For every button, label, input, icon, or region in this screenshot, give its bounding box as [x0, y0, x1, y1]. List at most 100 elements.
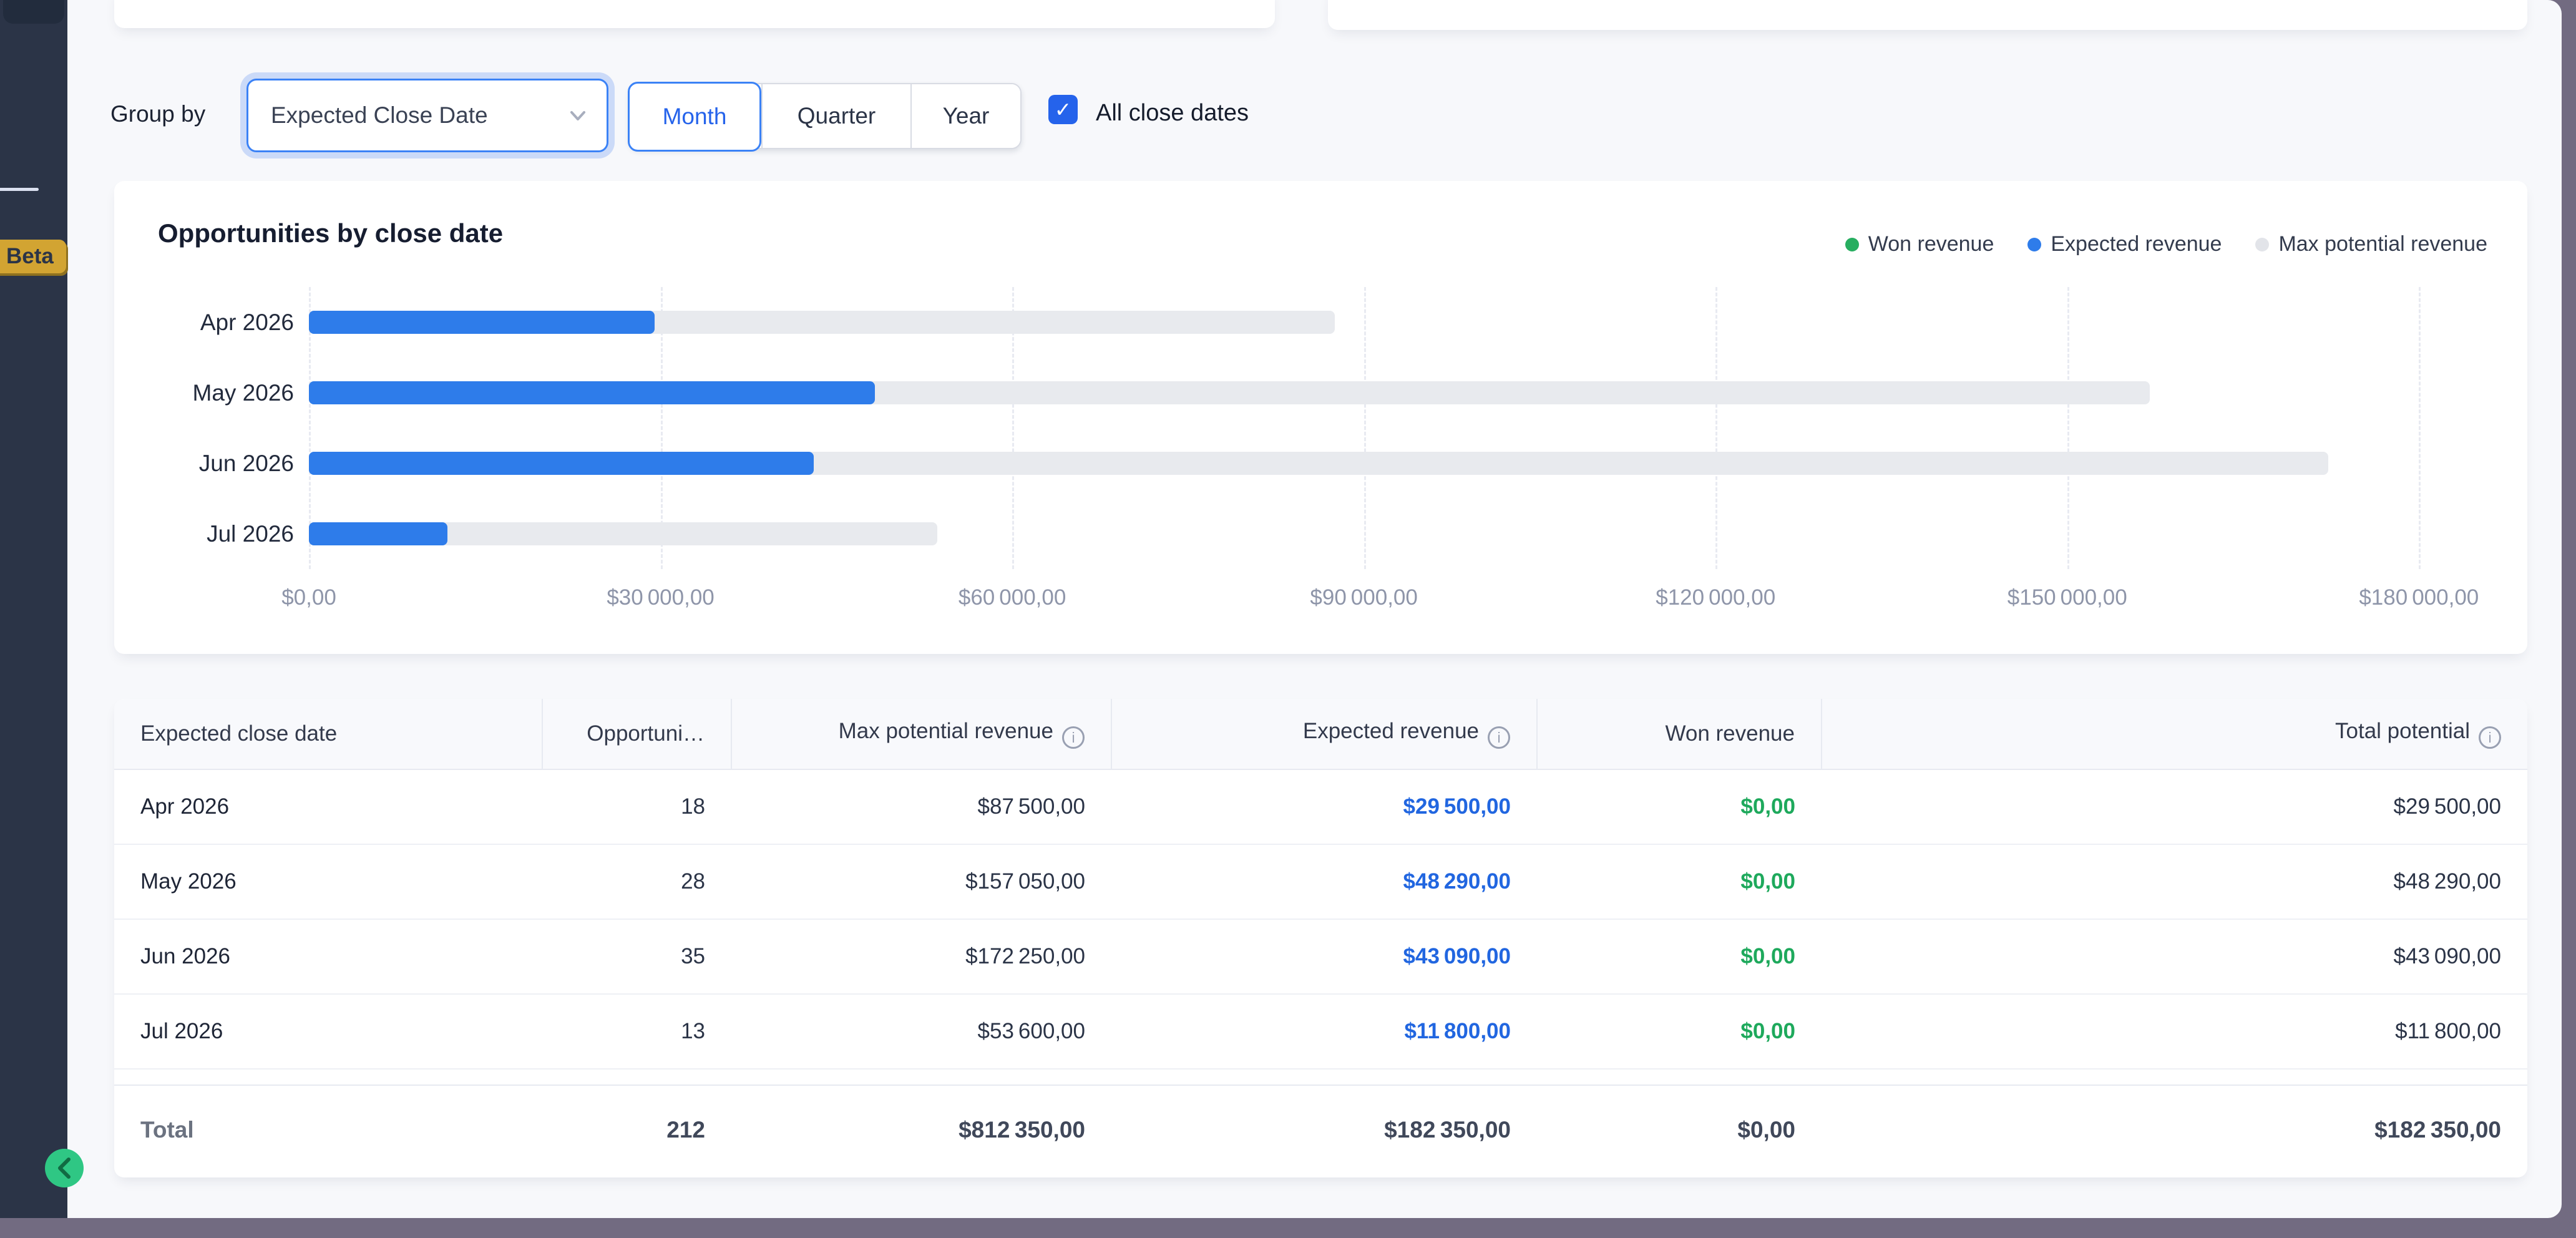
x-axis-tick-label: $0,00	[281, 585, 336, 610]
expected-revenue-dot-icon	[2027, 238, 2041, 251]
chart-bar-row	[309, 499, 2484, 569]
chart-bar-row	[309, 287, 2484, 358]
header-opportunities[interactable]: Opportuni…	[542, 699, 731, 769]
sidebar-nav-item[interactable]	[3, 0, 64, 24]
cell-won: $0,00	[1537, 994, 1822, 1069]
beta-badge: Beta	[0, 240, 66, 273]
cell-max: $157 050,00	[731, 844, 1111, 919]
cell-count: 35	[542, 919, 731, 994]
cell-won: $0,00	[1537, 919, 1822, 994]
legend-item-expected: Expected revenue	[2027, 232, 2222, 256]
cell-expected: $11 800,00	[1111, 994, 1537, 1069]
cell-total: $48 290,00	[1822, 844, 2527, 919]
all-close-dates-checkbox[interactable]: ✓	[1048, 95, 1078, 124]
total-expected: $182 350,00	[1111, 1085, 1537, 1174]
table-row[interactable]: May 2026 28 $157 050,00 $48 290,00 $0,00…	[114, 844, 2527, 919]
cell-expected: $29 500,00	[1111, 769, 1537, 844]
sidebar: Beta	[0, 0, 67, 1218]
table-row[interactable]: Apr 2026 18 $87 500,00 $29 500,00 $0,00 …	[114, 769, 2527, 844]
header-won-revenue[interactable]: Won revenue	[1537, 699, 1822, 769]
total-max: $812 350,00	[731, 1085, 1111, 1174]
beta-badge-label: Beta	[6, 244, 54, 269]
cell-date: Jun 2026	[114, 919, 542, 994]
sidebar-collapse-button[interactable]	[45, 1149, 84, 1187]
group-by-label: Group by	[110, 101, 205, 127]
sidebar-divider	[0, 188, 39, 191]
header-expected-revenue[interactable]: Expected revenuei	[1111, 699, 1537, 769]
total-count: 212	[542, 1085, 731, 1174]
legend-item-won: Won revenue	[1845, 232, 1994, 256]
tab-quarter[interactable]: Quarter	[761, 84, 912, 148]
chart-category-label: Apr 2026	[158, 287, 294, 358]
tab-month[interactable]: Month	[628, 82, 761, 152]
total-label: Total	[114, 1085, 542, 1174]
cell-max: $172 250,00	[731, 919, 1111, 994]
max-potential-revenue-dot-icon	[2255, 238, 2269, 251]
chart-bar-row	[309, 428, 2484, 499]
cell-max: $87 500,00	[731, 769, 1111, 844]
chart-plot	[309, 287, 2484, 569]
expected-revenue-bar[interactable]	[309, 522, 447, 545]
cell-count: 18	[542, 769, 731, 844]
top-card-right	[1328, 0, 2527, 30]
table-header-row: Expected close date Opportuni… Max poten…	[114, 699, 2527, 769]
app-window: Beta Group by Expected Close Date Month …	[0, 0, 2562, 1218]
won-revenue-dot-icon	[1845, 238, 1859, 251]
x-axis-tick-label: $90 000,00	[1310, 585, 1417, 610]
chart-card: Opportunities by close date Won revenue …	[114, 181, 2527, 654]
x-axis-tick-label: $30 000,00	[607, 585, 714, 610]
info-icon[interactable]: i	[1062, 726, 1085, 749]
chart-category-label: May 2026	[158, 358, 294, 428]
table-row[interactable]: Jun 2026 35 $172 250,00 $43 090,00 $0,00…	[114, 919, 2527, 994]
period-segmented-control: Month Quarter Year	[629, 83, 1022, 149]
expected-revenue-bar[interactable]	[309, 311, 655, 334]
expected-revenue-bar[interactable]	[309, 452, 814, 475]
cell-count: 13	[542, 994, 731, 1069]
table-total-row: Total 212 $812 350,00 $182 350,00 $0,00 …	[114, 1085, 2527, 1174]
chart-legend: Won revenue Expected revenue Max potenti…	[1845, 232, 2487, 256]
cell-date: Apr 2026	[114, 769, 542, 844]
chevron-left-icon	[54, 1156, 75, 1181]
group-by-value: Expected Close Date	[271, 102, 488, 129]
expected-revenue-bar[interactable]	[309, 381, 875, 404]
checkmark-icon: ✓	[1055, 97, 1072, 122]
header-max-potential-revenue[interactable]: Max potential revenue i	[731, 699, 1111, 769]
header-label: Total potential	[2335, 719, 2470, 743]
legend-label: Max potential revenue	[2278, 232, 2487, 256]
x-axis-tick-label: $180 000,00	[2359, 585, 2479, 610]
table-row[interactable]: Jul 2026 13 $53 600,00 $11 800,00 $0,00 …	[114, 994, 2527, 1069]
cell-total: $43 090,00	[1822, 919, 2527, 994]
table-spacer-row	[114, 1069, 2527, 1085]
legend-item-max: Max potential revenue	[2255, 232, 2487, 256]
cell-expected: $48 290,00	[1111, 844, 1537, 919]
legend-label: Won revenue	[1868, 232, 1994, 256]
info-icon[interactable]: i	[2479, 726, 2501, 749]
x-axis-tick-label: $150 000,00	[2008, 585, 2127, 610]
header-total-potential[interactable]: Total potential i	[1822, 699, 2527, 769]
header-label: Max potential revenue	[839, 719, 1053, 743]
info-icon[interactable]: i	[1488, 726, 1510, 749]
opportunities-table: Expected close date Opportuni… Max poten…	[114, 699, 2527, 1174]
top-card-left	[114, 0, 1275, 28]
cell-total: $29 500,00	[1822, 769, 2527, 844]
main-content: Group by Expected Close Date Month Quart…	[67, 0, 2562, 1218]
legend-label: Expected revenue	[2051, 232, 2222, 256]
cell-won: $0,00	[1537, 769, 1822, 844]
cell-max: $53 600,00	[731, 994, 1111, 1069]
chevron-down-icon	[565, 103, 590, 128]
header-expected-close-date[interactable]: Expected close date	[114, 699, 542, 769]
group-by-dropdown[interactable]: Expected Close Date	[246, 79, 608, 152]
cell-date: May 2026	[114, 844, 542, 919]
cell-expected: $43 090,00	[1111, 919, 1537, 994]
cell-won: $0,00	[1537, 844, 1822, 919]
opportunities-table-card: Expected close date Opportuni… Max poten…	[114, 699, 2527, 1177]
cell-total: $11 800,00	[1822, 994, 2527, 1069]
cell-date: Jul 2026	[114, 994, 542, 1069]
x-axis-tick-label: $120 000,00	[1656, 585, 1775, 610]
cell-count: 28	[542, 844, 731, 919]
all-close-dates-label: All close dates	[1096, 100, 1249, 127]
tab-year[interactable]: Year	[912, 84, 1020, 148]
x-axis-tick-label: $60 000,00	[959, 585, 1066, 610]
chart-category-label: Jun 2026	[158, 428, 294, 499]
chart-category-label: Jul 2026	[158, 499, 294, 569]
